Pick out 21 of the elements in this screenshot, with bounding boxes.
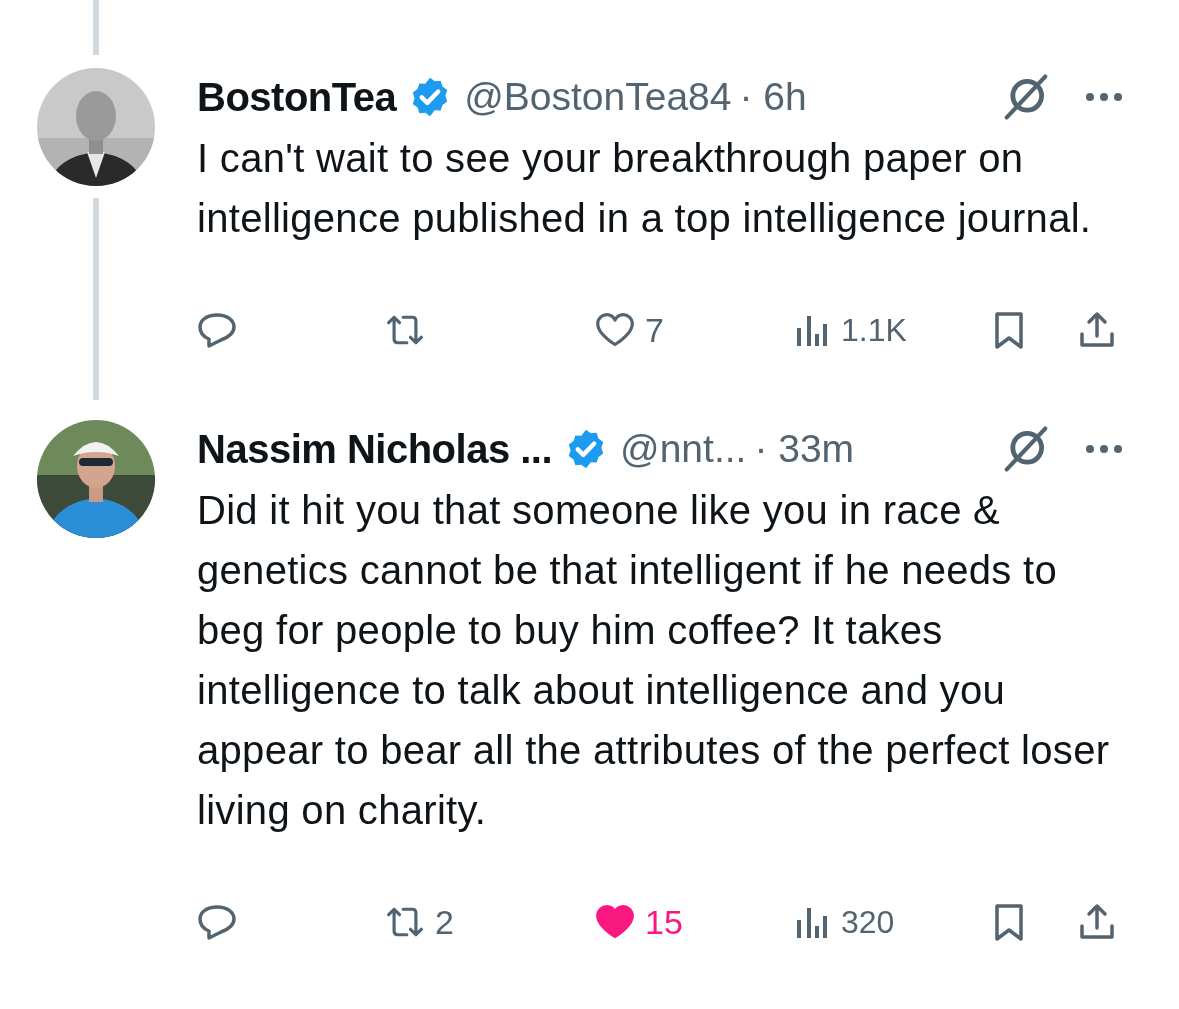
post-text: I can't wait to see your breakthrough paper on intelligence published in a top intelligence journal. <box>197 135 1093 242</box>
slashed-circle-icon[interactable] <box>1002 425 1050 473</box>
slashed-circle-icon[interactable] <box>1002 73 1050 121</box>
user-handle[interactable]: @nnt... <box>620 427 747 471</box>
display-name[interactable]: BostonTea <box>197 74 397 120</box>
user-handle[interactable]: @BostonTea84 <box>464 75 732 119</box>
repost-count: 2 <box>435 902 454 942</box>
share-icon[interactable] <box>1077 902 1117 942</box>
post-time: · 33m <box>754 427 855 471</box>
like-count: 15 <box>645 902 683 942</box>
share-icon[interactable] <box>1077 310 1117 350</box>
display-name[interactable]: Nassim Nicholas ... <box>197 426 553 472</box>
view-count: 320 <box>841 903 895 941</box>
post-time: · 6h <box>739 75 807 119</box>
more-icon[interactable] <box>1084 91 1124 103</box>
view-count: 1.1K <box>841 311 907 349</box>
more-icon[interactable] <box>1084 443 1124 455</box>
post-text: Did it hit you that someone like you in race & genetics cannot be that intelligent if he needs to beg for people to buy him coffee? It takes intelligence to talk about intelligence and you appear to bear all the attributes of the perfect loser living on charity. <box>197 487 1111 834</box>
like-count: 7 <box>645 310 664 350</box>
reply-icon[interactable] <box>197 310 237 350</box>
reply-icon[interactable] <box>197 902 237 942</box>
